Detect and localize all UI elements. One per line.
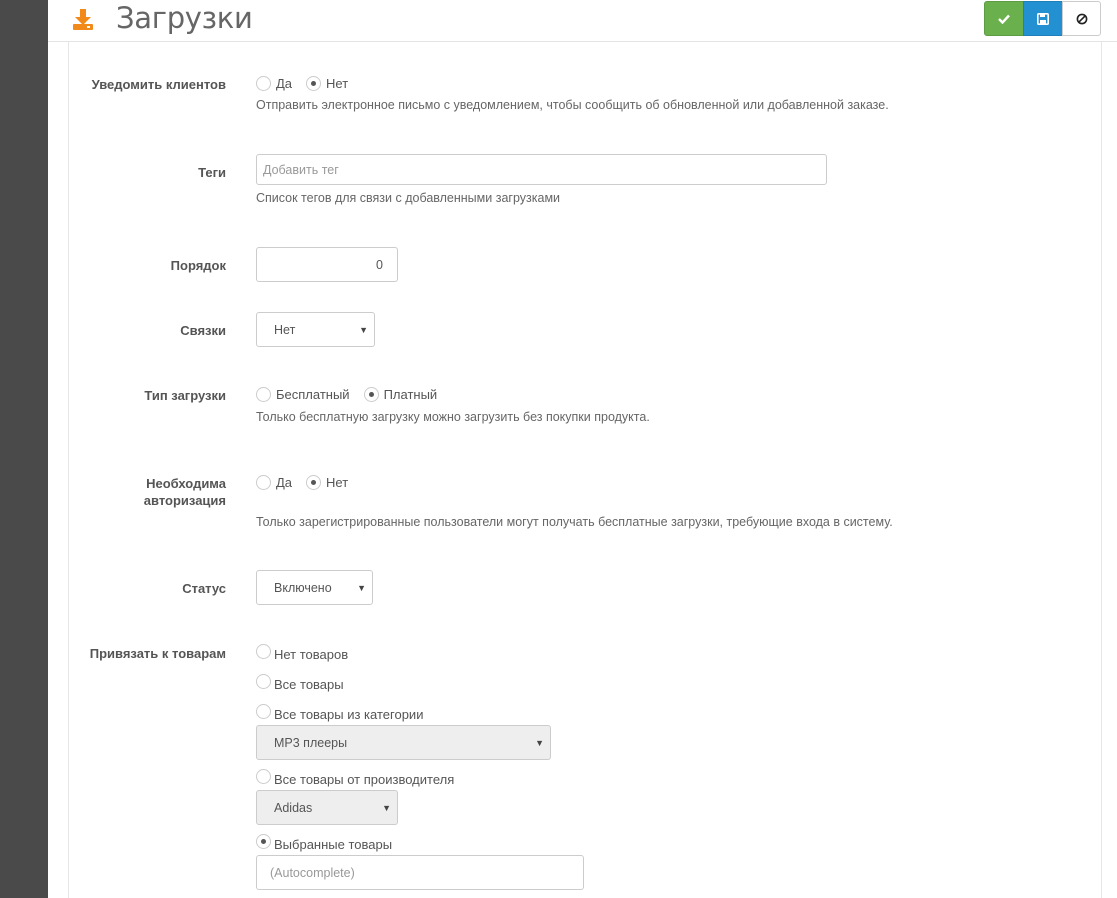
tags-input[interactable]: Добавить тег bbox=[256, 154, 827, 185]
notify-yes-text: Да bbox=[276, 76, 293, 91]
manufacturer-select-value: Adidas bbox=[274, 800, 313, 815]
type-free-radio[interactable] bbox=[256, 387, 271, 402]
links-select[interactable]: Нет ▼ bbox=[256, 312, 375, 347]
auth-no-radio[interactable] bbox=[306, 475, 322, 490]
floppy-icon bbox=[1037, 12, 1049, 25]
auth-label-line2: авторизация bbox=[143, 493, 226, 508]
page-header: Загрузки bbox=[48, 0, 1117, 42]
type-free-text: Бесплатный bbox=[276, 387, 350, 402]
type-paid-text: Платный bbox=[383, 387, 438, 402]
products-category-text: Все товары из категории bbox=[274, 707, 424, 722]
auth-label: Необходима авторизация bbox=[0, 475, 226, 509]
type-free-option[interactable]: Бесплатный bbox=[256, 387, 350, 402]
auth-help: Только зарегистрированные пользователи м… bbox=[256, 515, 893, 529]
products-none-radio[interactable] bbox=[256, 644, 271, 659]
apply-button[interactable] bbox=[984, 1, 1024, 36]
cancel-button[interactable] bbox=[1062, 1, 1101, 36]
tags-label: Теги bbox=[198, 165, 226, 180]
notify-yes-option[interactable]: Да bbox=[256, 76, 292, 91]
status-select-value: Включено bbox=[274, 580, 332, 595]
products-all-radio[interactable] bbox=[256, 674, 271, 689]
auth-no-option[interactable]: Нет bbox=[306, 475, 348, 490]
save-button[interactable] bbox=[1023, 1, 1063, 36]
auth-radio-group: Да Нет bbox=[256, 475, 362, 490]
order-label: Порядок bbox=[170, 258, 226, 273]
auth-yes-radio[interactable] bbox=[256, 475, 271, 490]
products-none-text: Нет товаров bbox=[274, 647, 349, 662]
links-label: Связки bbox=[180, 323, 226, 338]
status-select[interactable]: Включено ▼ bbox=[256, 570, 373, 605]
chevron-down-icon: ▼ bbox=[535, 737, 544, 748]
chevron-down-icon: ▼ bbox=[359, 324, 368, 335]
type-paid-option[interactable]: Платный bbox=[363, 387, 438, 402]
manufacturer-select[interactable]: Adidas ▼ bbox=[256, 790, 398, 825]
order-input[interactable]: 0 bbox=[256, 247, 398, 282]
products-label: Привязать к товарам bbox=[89, 646, 226, 661]
products-manufacturer-text: Все товары от производителя bbox=[274, 772, 455, 787]
ban-icon bbox=[1076, 13, 1087, 24]
category-select[interactable]: MP3 плееры ▼ bbox=[256, 725, 551, 760]
notify-label: Уведомить клиентов bbox=[91, 77, 226, 92]
products-all-text: Все товары bbox=[274, 677, 344, 692]
autocomplete-input[interactable]: (Autocomplete) bbox=[256, 855, 584, 890]
page-title: Загрузки bbox=[116, 1, 253, 35]
products-manufacturer-radio[interactable] bbox=[256, 769, 271, 784]
notify-no-option[interactable]: Нет bbox=[306, 76, 348, 91]
notify-no-radio[interactable] bbox=[306, 76, 322, 91]
left-sidebar bbox=[0, 0, 48, 898]
products-selected-option[interactable]: Выбранные товары bbox=[256, 834, 393, 852]
type-label: Тип загрузки bbox=[144, 388, 226, 403]
auth-label-line1: Необходима bbox=[146, 476, 226, 491]
status-label: Статус bbox=[182, 581, 226, 596]
auth-yes-option[interactable]: Да bbox=[256, 475, 292, 490]
auth-no-text: Нет bbox=[326, 475, 349, 490]
notify-help: Отправить электронное письмо с уведомлен… bbox=[256, 98, 889, 112]
products-selected-text: Выбранные товары bbox=[274, 837, 393, 852]
category-select-value: MP3 плееры bbox=[274, 735, 348, 750]
notify-no-text: Нет bbox=[326, 76, 349, 91]
products-all-option[interactable]: Все товары bbox=[256, 674, 344, 692]
products-category-radio[interactable] bbox=[256, 704, 271, 719]
check-icon bbox=[998, 14, 1010, 24]
chevron-down-icon: ▼ bbox=[357, 582, 366, 593]
notify-radio-group: Да Нет bbox=[256, 76, 362, 91]
links-select-value: Нет bbox=[274, 322, 296, 337]
products-manufacturer-option[interactable]: Все товары от производителя bbox=[256, 769, 455, 787]
products-category-option[interactable]: Все товары из категории bbox=[256, 704, 424, 722]
type-radio-group: Бесплатный Платный bbox=[256, 387, 451, 402]
auth-yes-text: Да bbox=[276, 475, 293, 490]
tags-help: Список тегов для связи с добавленными за… bbox=[256, 191, 561, 205]
products-none-option[interactable]: Нет товаров bbox=[256, 644, 349, 662]
notify-yes-radio[interactable] bbox=[256, 76, 271, 91]
type-help: Только бесплатную загрузку можно загрузи… bbox=[256, 410, 650, 424]
chevron-down-icon: ▼ bbox=[382, 802, 391, 813]
download-icon bbox=[73, 9, 93, 30]
products-selected-radio[interactable] bbox=[256, 834, 271, 849]
type-paid-radio[interactable] bbox=[363, 387, 379, 402]
